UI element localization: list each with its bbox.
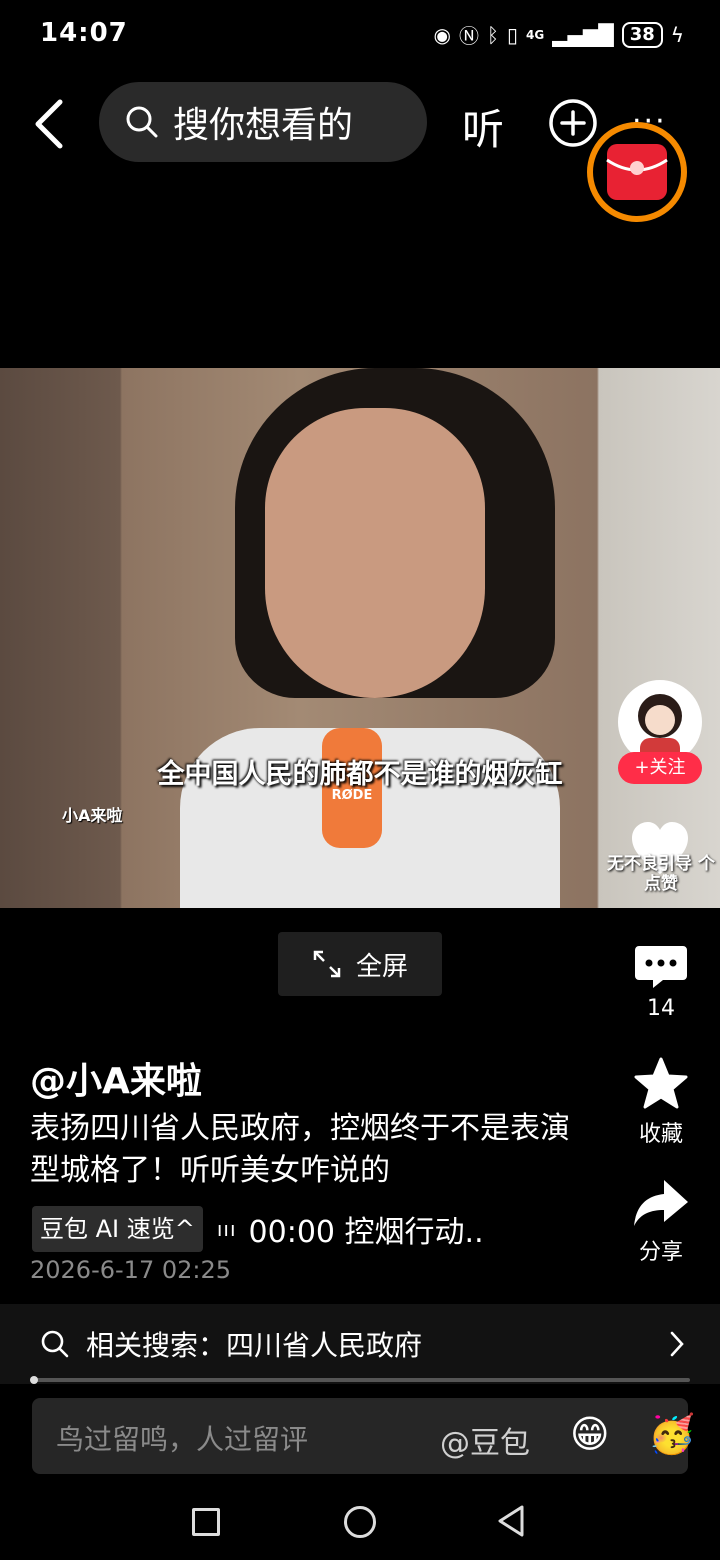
expand-icon — [313, 950, 341, 978]
follow-button[interactable]: +关注 — [618, 752, 702, 784]
status-time: 14:07 — [40, 18, 128, 48]
video-subtitle: 全中国人民的肺都不是谁的烟灰缸 — [157, 759, 563, 790]
nfc-icon: Ⓝ — [458, 24, 479, 48]
nav-back-icon[interactable] — [496, 1504, 526, 1538]
related-search-label: 相关搜索：四川省人民政府 — [86, 1329, 423, 1362]
ai-summary-badge[interactable]: 豆包 AI 速览^ — [32, 1206, 203, 1252]
mention-doubao-button[interactable]: @豆包 — [440, 1418, 530, 1462]
favorite-button[interactable]: 收藏 — [606, 1056, 716, 1148]
comment-count: 14 — [647, 996, 675, 1021]
red-packet-button[interactable] — [585, 120, 689, 224]
like-label: 无不良引导 个点赞 — [607, 854, 715, 894]
post-date: 2026-6-17 02:25 — [30, 1256, 231, 1284]
share-button[interactable]: 分享 — [606, 1176, 716, 1266]
signal-icon: ▂▄▆█ — [552, 22, 614, 47]
search-icon — [41, 1330, 69, 1358]
comment-placeholder: 鸟过留鸣，人过留评 — [56, 1423, 309, 1456]
comment-button[interactable]: 14 — [606, 942, 716, 1021]
home-button[interactable] — [344, 1506, 376, 1538]
battery-indicator: 38 — [621, 21, 663, 48]
author-name[interactable]: @小A来啦 — [30, 1052, 202, 1104]
fullscreen-button[interactable]: 全屏 — [278, 932, 442, 996]
chevron-right-icon — [670, 1331, 684, 1357]
video-player[interactable]: RØDE 全中国人民的肺都不是谁的烟灰缸 小A来啦 — [0, 368, 720, 908]
video-progress-knob[interactable] — [30, 1376, 38, 1384]
network-label: 4G — [526, 27, 545, 42]
favorite-label: 收藏 — [638, 1122, 683, 1147]
red-packet-icon — [587, 122, 687, 222]
search-icon — [126, 106, 158, 138]
status-icons: ◉ Ⓝ ᛒ ▯ 4G ▂▄▆█ 38 ϟ — [434, 20, 684, 49]
avatar-illustration — [638, 694, 682, 762]
ai-summary-text[interactable]: 00:00 控烟行动.. — [249, 1207, 484, 1251]
comment-input[interactable]: 鸟过留鸣，人过留评 @豆包 😁 🥳 — [32, 1398, 695, 1474]
charging-icon: ϟ — [670, 22, 684, 47]
share-arrow-icon — [634, 1180, 688, 1226]
search-placeholder: 搜你想看的 — [173, 105, 354, 146]
party-emoji-button[interactable]: 🥳 — [648, 1412, 695, 1457]
ai-summary-row: 豆包 AI 速览^ ııı 00:00 控烟行动.. — [32, 1206, 484, 1252]
search-box[interactable]: 搜你想看的 — [99, 82, 427, 162]
grin-emoji-button[interactable]: 😁 — [570, 1412, 610, 1456]
audio-bars-icon: ııı — [216, 1217, 237, 1241]
bluetooth-icon: ᛒ — [486, 22, 499, 47]
back-button[interactable] — [28, 96, 72, 152]
vibrate-icon: ▯ — [506, 22, 518, 47]
star-icon — [634, 1057, 688, 1109]
recents-button[interactable] — [192, 1508, 220, 1536]
comment-icon — [635, 946, 687, 988]
video-watermark: 小A来啦 — [62, 806, 123, 825]
back-arrow-icon — [35, 99, 63, 149]
video-person-face — [265, 408, 485, 698]
eye-icon: ◉ — [433, 22, 451, 47]
listen-button[interactable]: 听 — [462, 96, 504, 157]
post-description[interactable]: 表扬四川省人民政府，控烟终于不是表演型城格了！听听美女咋说的 — [30, 1108, 570, 1192]
share-label: 分享 — [638, 1240, 683, 1265]
related-search-bar[interactable]: 相关搜索：四川省人民政府 — [0, 1304, 720, 1384]
system-nav-bar — [0, 1490, 720, 1560]
video-progress-bar[interactable] — [34, 1378, 690, 1382]
fullscreen-label: 全屏 — [355, 951, 408, 982]
status-bar: 14:07 ◉ Ⓝ ᛒ ▯ 4G ▂▄▆█ 38 ϟ — [0, 0, 720, 70]
